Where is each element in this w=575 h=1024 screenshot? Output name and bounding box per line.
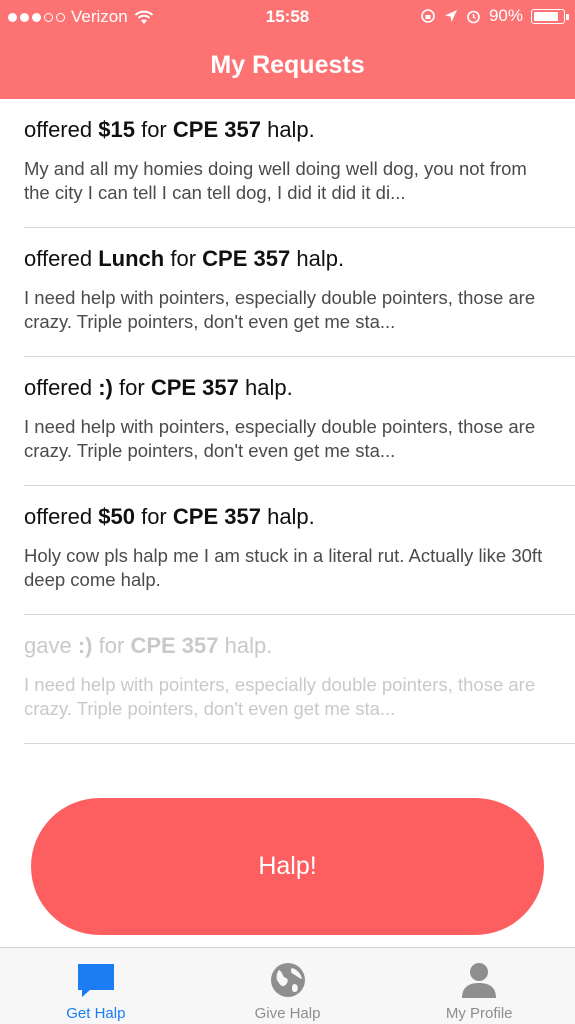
request-course: CPE 357 [172,117,261,142]
request-headline: offered $50 for CPE 357 halp. [24,504,315,530]
battery-icon [531,8,569,24]
request-verb: gave [24,633,72,658]
request-offer: $50 [98,504,135,529]
request-for: for [170,246,197,271]
person-icon [462,963,497,998]
request-description: I need help with pointers, especially do… [24,674,536,719]
request-description: Holy cow pls halp me I am stuck in a lit… [24,545,543,590]
tab-give-halp[interactable]: Give Halp [192,948,384,1024]
page-title: My Requests [210,51,365,79]
request-suffix: halp. [267,504,315,529]
request-description: I need help with pointers, especially do… [24,416,536,461]
request-offer: :) [98,375,113,400]
rotation-lock-icon [421,9,435,23]
request-row[interactable]: gave :) for CPE 357 halp. I need help wit… [24,615,575,744]
location-arrow-icon [444,10,457,22]
request-verb: offered [24,504,93,529]
request-suffix: halp. [224,633,273,658]
request-verb: offered [24,117,93,142]
status-right-group: 90% [420,6,569,26]
request-description: I need help with pointers, especially do… [24,287,536,332]
globe-icon [270,963,305,997]
alarm-icon [467,10,480,23]
request-description: My and all my homies doing well doing we… [24,158,527,203]
request-for: for [119,375,145,400]
request-suffix: halp. [245,375,293,400]
request-offer: Lunch [98,246,165,271]
tab-label: Get Halp [66,1005,126,1022]
request-row[interactable]: offered Lunch for CPE 357 halp. I need he… [24,228,575,357]
request-suffix: halp. [296,246,345,271]
halp-button[interactable]: Halp! [31,798,544,935]
request-suffix: halp. [267,117,315,142]
request-course: CPE 357 [202,246,291,271]
tab-my-profile[interactable]: My Profile [383,948,575,1024]
chat-bubble-icon [77,964,114,997]
request-offer: $15 [98,117,135,142]
request-for: for [141,117,167,142]
request-headline: gave :) for CPE 357 halp. [24,633,272,659]
request-verb: offered [24,375,93,400]
request-verb: offered [24,246,93,271]
request-row[interactable]: offered $50 for CPE 357 halp. Holy cow pl… [24,486,575,615]
request-row[interactable]: offered $15 for CPE 357 halp. My and all … [24,99,575,228]
request-course: CPE 357 [150,375,239,400]
tab-label: My Profile [445,1005,513,1022]
tab-label: Give Halp [254,1005,321,1022]
request-course: CPE 357 [172,504,261,529]
request-course: CPE 357 [130,633,219,658]
request-headline: offered $15 for CPE 357 halp. [24,117,315,143]
tab-get-halp[interactable]: Get Halp [0,948,192,1024]
request-headline: offered :) for CPE 357 halp. [24,375,293,401]
nav-bar: My Requests [0,33,575,99]
request-row[interactable]: offered :) for CPE 357 halp. I need help … [24,357,575,486]
request-for: for [141,504,167,529]
requests-list: offered $15 for CPE 357 halp. My and all … [0,99,575,744]
request-headline: offered Lunch for CPE 357 halp. [24,246,344,272]
status-bar: Verizon 15:58 90% [0,0,575,33]
battery-percent: 90% [488,6,523,25]
tab-bar: Get Halp Give Halp My Profile [0,947,575,1024]
request-offer: :) [77,633,93,658]
request-for: for [98,633,125,658]
